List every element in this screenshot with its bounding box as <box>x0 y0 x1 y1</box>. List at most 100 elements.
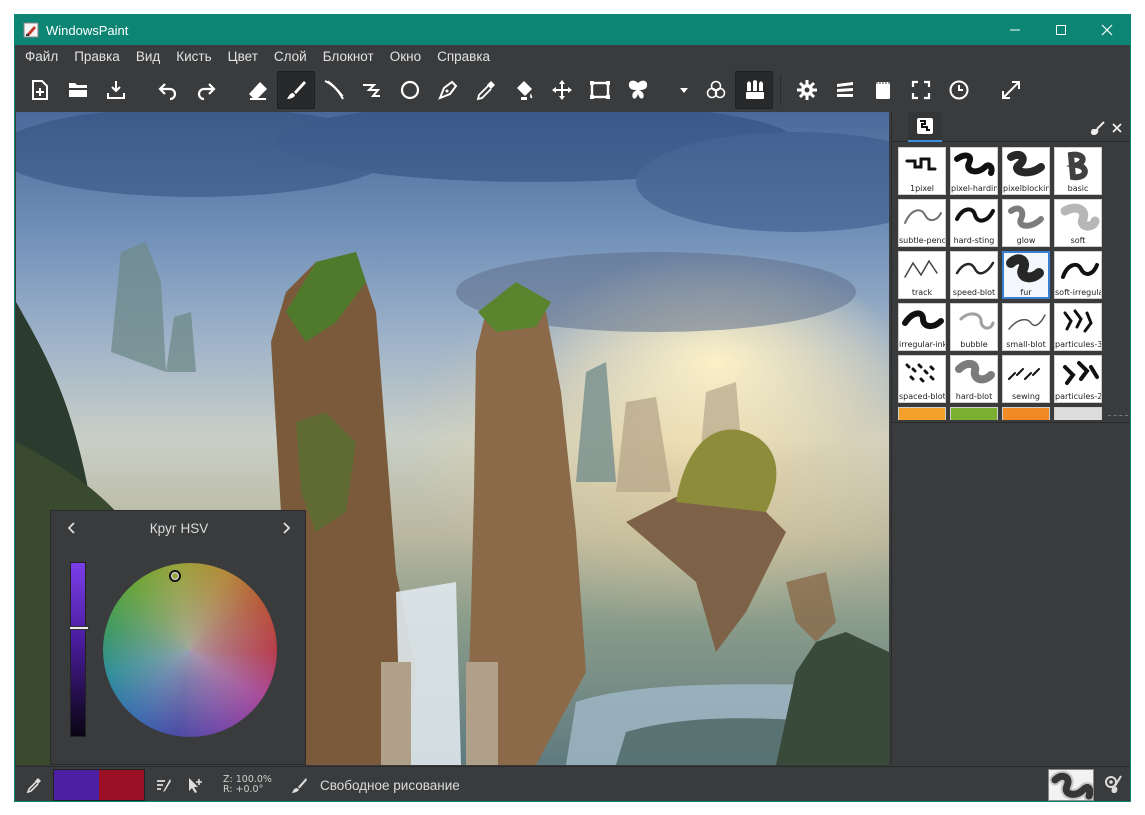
new-document-button[interactable] <box>21 71 59 109</box>
primary-color-swatch[interactable] <box>54 770 99 800</box>
brush-name: speed-blot <box>952 288 996 297</box>
fullscreen-button[interactable] <box>902 71 940 109</box>
brush-preset[interactable]: hard-blot <box>950 355 998 403</box>
brush-preset[interactable]: pixel-hardink <box>950 147 998 195</box>
fullscreen-icon <box>911 80 931 100</box>
settings-button[interactable] <box>788 71 826 109</box>
previous-picker-button[interactable] <box>65 521 79 535</box>
brush-name: track <box>911 288 933 297</box>
next-picker-button[interactable] <box>279 521 293 535</box>
menu-view[interactable]: Вид <box>128 45 168 69</box>
open-button[interactable] <box>59 71 97 109</box>
freehand-icon <box>363 84 381 97</box>
brush-palette-button[interactable] <box>735 71 773 109</box>
timer-button[interactable] <box>940 71 978 109</box>
edit-colors-button[interactable] <box>151 772 177 798</box>
brush-stroke-preview <box>904 209 942 224</box>
redo-icon <box>197 83 216 101</box>
ellipse-tool-button[interactable] <box>391 71 429 109</box>
brush-name: soft <box>1070 236 1086 245</box>
expand-button[interactable] <box>992 71 1030 109</box>
chevron-left-icon <box>67 522 75 534</box>
wheel-picker-marker[interactable] <box>169 570 181 582</box>
brush-preset[interactable]: soft <box>1054 199 1102 247</box>
brush-preset[interactable]: bubble <box>950 303 998 351</box>
tool-options-dropdown[interactable] <box>671 71 697 109</box>
brush-preset[interactable] <box>1054 407 1102 420</box>
minimize-button[interactable] <box>992 15 1038 45</box>
close-button[interactable] <box>1084 15 1130 45</box>
brush-preset[interactable]: soft-irregular <box>1054 251 1102 299</box>
pen-tool-button[interactable] <box>429 71 467 109</box>
brush-preset[interactable] <box>898 407 946 420</box>
brush-preset[interactable]: speed-blot <box>950 251 998 299</box>
eyedropper-button[interactable] <box>21 772 47 798</box>
menu-scratchpad[interactable]: Блокнот <box>315 45 382 69</box>
maximize-button[interactable] <box>1038 15 1084 45</box>
brush-preset[interactable]: pixelblocking <box>1002 147 1050 195</box>
fill-icon <box>517 81 533 100</box>
menu-file[interactable]: Файл <box>17 45 66 69</box>
brush-preset[interactable]: glow <box>1002 199 1050 247</box>
save-button[interactable] <box>97 71 135 109</box>
brush-modes-button[interactable] <box>697 71 735 109</box>
menu-window[interactable]: Окно <box>382 45 429 69</box>
menu-layer[interactable]: Слой <box>266 45 315 69</box>
redo-button[interactable] <box>187 71 225 109</box>
menu-edit[interactable]: Правка <box>66 45 128 69</box>
add-pointer-icon <box>189 778 202 793</box>
move-tool-button[interactable] <box>543 71 581 109</box>
layers-button[interactable] <box>826 71 864 109</box>
brush-preset[interactable]: particules-2 <box>1054 355 1102 403</box>
hue-saturation-wheel[interactable] <box>103 563 277 737</box>
brush-stroke-preview <box>1061 262 1099 279</box>
brush-preset[interactable]: fur <box>1002 251 1050 299</box>
brush-preset[interactable]: sewing <box>1002 355 1050 403</box>
brush-preset[interactable]: track <box>898 251 946 299</box>
menu-help[interactable]: Справка <box>429 45 498 69</box>
brush-icon <box>287 81 306 99</box>
brush-name: fur <box>1020 288 1032 297</box>
new-document-icon <box>32 80 48 100</box>
symmetry-tool-button[interactable] <box>619 71 657 109</box>
menu-brush[interactable]: Кисть <box>168 45 219 69</box>
eraser-button[interactable] <box>239 71 277 109</box>
tab-brush-group[interactable] <box>908 111 942 142</box>
brush-preset[interactable]: basic <box>1054 147 1102 195</box>
brush-preset[interactable]: small-blot <box>1002 303 1050 351</box>
brush-name: spaced-blot <box>899 392 945 401</box>
freehand-tool-button[interactable] <box>353 71 391 109</box>
brush-stroke-preview <box>955 360 995 384</box>
secondary-color-swatch[interactable] <box>99 770 144 800</box>
undo-button[interactable] <box>149 71 187 109</box>
brush-preset[interactable]: spaced-blot <box>898 355 946 403</box>
brush-stroke-preview <box>954 152 995 176</box>
add-color-button[interactable] <box>181 772 207 798</box>
brush-preset[interactable] <box>1002 407 1050 420</box>
brush-preset[interactable]: particules-3 <box>1054 303 1102 351</box>
maximize-icon <box>1056 25 1066 35</box>
brush-name: 1pixel <box>909 184 935 193</box>
reset-view-button[interactable] <box>1102 772 1126 799</box>
menu-color[interactable]: Цвет <box>220 45 266 69</box>
brush-preset[interactable]: irregular-ink <box>898 303 946 351</box>
panel-options-icon[interactable] <box>1090 120 1106 136</box>
brush-preset[interactable] <box>950 407 998 420</box>
current-brush-preview[interactable] <box>1048 769 1094 801</box>
color-picker-button[interactable] <box>467 71 505 109</box>
value-slider[interactable] <box>69 562 89 737</box>
brush-preset[interactable]: subtle-pencil <box>898 199 946 247</box>
panel-close-icon[interactable] <box>1112 123 1122 133</box>
brush-name: small-blot <box>1006 340 1046 349</box>
brush-grid: 1pixel pixel-hardink pixelblocking basic sub… <box>898 147 1106 420</box>
frame-tool-button[interactable] <box>581 71 619 109</box>
app-window: WindowsPaint Файл Правка Вид Кисть Цвет … <box>14 14 1131 802</box>
ink-tool-button[interactable] <box>315 71 353 109</box>
brush-stroke-preview <box>1008 314 1046 330</box>
brush-preset[interactable]: hard-sting <box>950 199 998 247</box>
value-slider-handle[interactable] <box>69 626 89 630</box>
fill-tool-button[interactable] <box>505 71 543 109</box>
brush-tool-button[interactable] <box>277 71 315 109</box>
scratchpad-button[interactable] <box>864 71 902 109</box>
brush-preset[interactable]: 1pixel <box>898 147 946 195</box>
